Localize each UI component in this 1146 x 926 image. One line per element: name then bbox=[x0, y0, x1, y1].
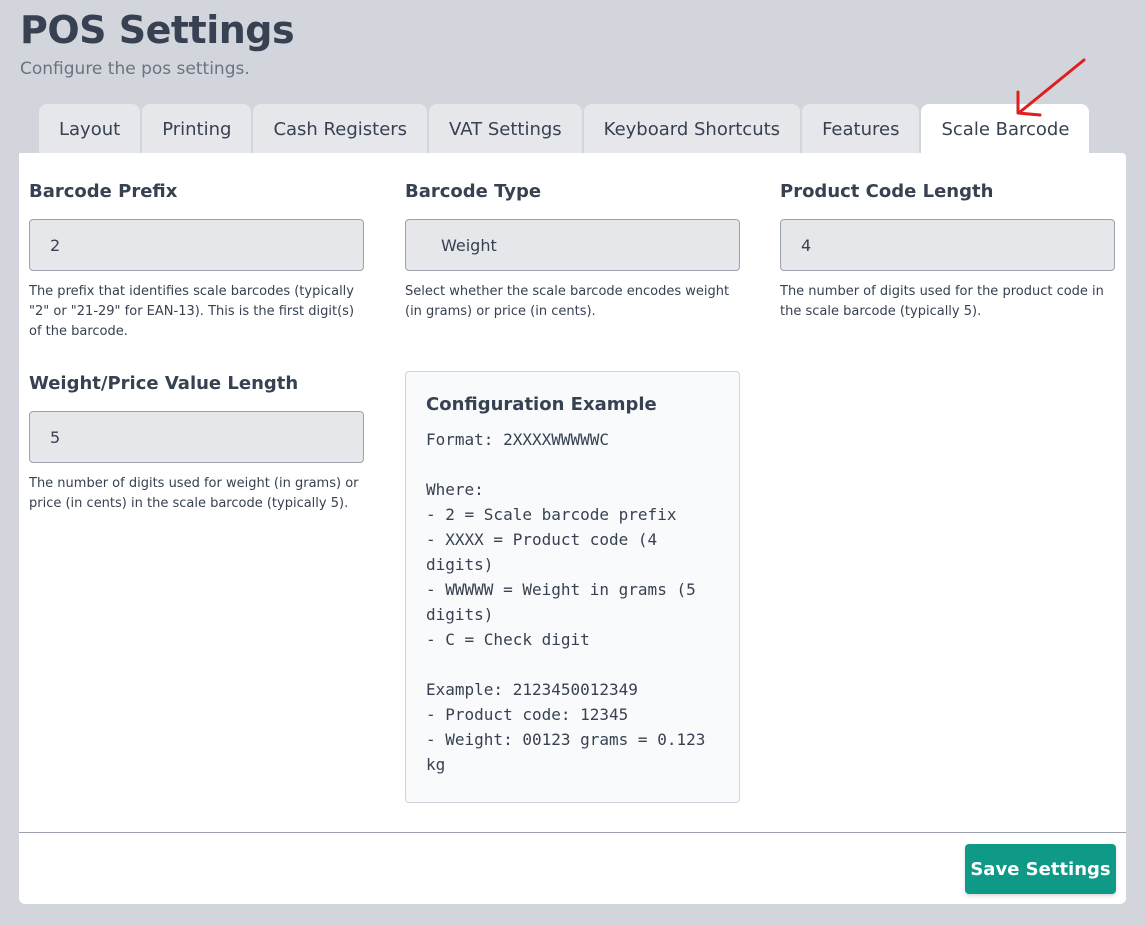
tab-vat-settings[interactable]: VAT Settings bbox=[429, 104, 582, 154]
configuration-example-body: Format: 2XXXXWWWWWC Where: - 2 = Scale b… bbox=[426, 430, 706, 774]
barcode-prefix-input[interactable]: 2 bbox=[29, 219, 364, 271]
product-code-length-input[interactable]: 4 bbox=[780, 219, 1115, 271]
value-length-input[interactable]: 5 bbox=[29, 411, 364, 463]
barcode-prefix-group: Barcode Prefix 2 The prefix that identif… bbox=[29, 179, 364, 342]
value-length-group: Weight/Price Value Length 5 The number o… bbox=[29, 371, 364, 514]
product-code-length-group: Product Code Length 4 The number of digi… bbox=[780, 179, 1115, 322]
value-length-label: Weight/Price Value Length bbox=[29, 373, 299, 394]
barcode-type-group: Barcode Type Weight Select whether the s… bbox=[405, 179, 740, 322]
barcode-prefix-label: Barcode Prefix bbox=[29, 181, 178, 202]
tab-layout[interactable]: Layout bbox=[39, 104, 141, 154]
barcode-type-select[interactable]: Weight bbox=[405, 219, 740, 271]
tab-cash-registers[interactable]: Cash Registers bbox=[253, 104, 428, 154]
page-title: POS Settings bbox=[20, 8, 295, 52]
barcode-type-label: Barcode Type bbox=[405, 181, 542, 202]
tab-printing[interactable]: Printing bbox=[142, 104, 252, 154]
annotation-arrow-icon bbox=[1016, 58, 1086, 117]
settings-tabs: Layout Printing Cash Registers VAT Setti… bbox=[39, 104, 1091, 154]
configuration-example-box: Configuration Example Format: 2XXXXWWWWW… bbox=[405, 371, 740, 803]
value-length-help: The number of digits used for weight (in… bbox=[29, 476, 359, 511]
save-settings-button[interactable]: Save Settings bbox=[965, 844, 1116, 894]
tab-keyboard-shortcuts[interactable]: Keyboard Shortcuts bbox=[583, 104, 801, 154]
barcode-prefix-help: The prefix that identifies scale barcode… bbox=[29, 284, 355, 339]
page-subtitle: Configure the pos settings. bbox=[20, 59, 250, 79]
footer-divider bbox=[19, 832, 1126, 833]
product-code-length-label: Product Code Length bbox=[780, 181, 994, 202]
barcode-type-help: Select whether the scale barcode encodes… bbox=[405, 284, 730, 319]
settings-panel: Barcode Prefix 2 The prefix that identif… bbox=[19, 153, 1126, 904]
configuration-example-title: Configuration Example bbox=[426, 394, 657, 415]
product-code-length-help: The number of digits used for the produc… bbox=[780, 284, 1104, 319]
tab-features[interactable]: Features bbox=[802, 104, 920, 154]
